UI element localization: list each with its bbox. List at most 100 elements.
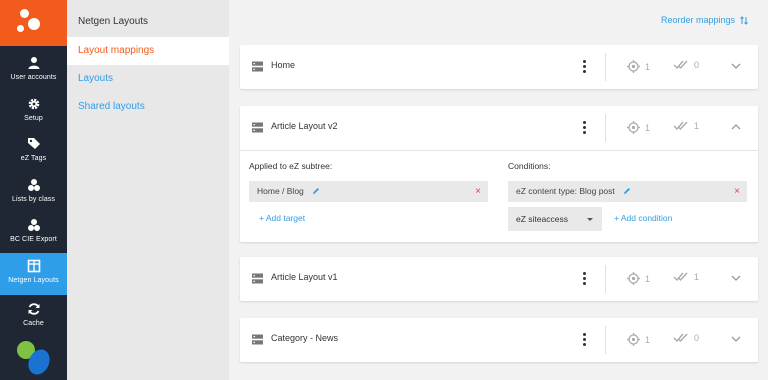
divider — [605, 265, 606, 293]
condition-count: 0 — [673, 60, 699, 70]
main-navigation-rail: User accounts Setup eZ Tags Lists by cla… — [0, 0, 67, 380]
target-count-value: 1 — [645, 334, 651, 345]
target-count: 1 — [627, 60, 650, 73]
conditions-label: Conditions: — [508, 161, 551, 171]
mapping-card-header[interactable]: Category - News 1 0 — [240, 318, 758, 362]
mapping-card-header[interactable]: Home 1 0 — [240, 45, 758, 89]
crosshair-icon — [627, 60, 640, 73]
pencil-icon[interactable] — [312, 187, 320, 195]
mapping-title: Article Layout v1 — [271, 272, 338, 282]
chevron-down-icon[interactable] — [730, 334, 742, 344]
rail-item-cache[interactable]: Cache — [0, 298, 67, 338]
submenu-title: Netgen Layouts — [78, 16, 149, 27]
condition-count-value: 0 — [694, 60, 700, 70]
condition-type-selected: eZ siteaccess — [516, 214, 568, 224]
layouts-submenu: Netgen Layouts Layout mappings Layouts S… — [67, 0, 229, 380]
refresh-icon — [28, 303, 39, 315]
mapping-title: Article Layout v2 — [271, 121, 338, 131]
main-content: Reorder mappings Home 1 0 Article Layout… — [229, 0, 768, 380]
divider — [605, 326, 606, 354]
more-options-icon[interactable] — [579, 271, 589, 287]
pencil-icon[interactable] — [623, 187, 631, 195]
cubes-icon — [27, 219, 40, 231]
chevron-down-icon[interactable] — [730, 61, 742, 71]
server-icon — [252, 61, 263, 72]
mapping-card-details: Applied to eZ subtree: Home / Blog × + A… — [240, 150, 758, 242]
rail-item-netgen-layouts[interactable]: Netgen Layouts — [0, 253, 67, 295]
condition-type-select[interactable]: eZ siteaccess — [508, 207, 602, 231]
submenu-item-layout-mappings[interactable]: Layout mappings — [67, 37, 229, 65]
target-count-value: 1 — [645, 122, 651, 133]
server-icon — [252, 122, 263, 133]
rail-item-label: Lists by class — [11, 196, 56, 203]
rail-item-setup[interactable]: Setup — [0, 93, 67, 133]
condition-value: eZ content type: Blog post — [516, 186, 615, 196]
condition-count-value: 1 — [694, 121, 700, 131]
submenu-item-shared-layouts[interactable]: Shared layouts — [67, 93, 229, 121]
mapping-card: Category - News 1 0 — [240, 318, 758, 362]
gear-icon — [28, 98, 39, 110]
brand-logo[interactable] — [0, 0, 67, 46]
logo-dot — [17, 25, 24, 32]
more-options-icon[interactable] — [579, 332, 589, 348]
rail-item-label: Cache — [23, 320, 44, 327]
crosshair-icon — [627, 272, 640, 285]
target-count: 1 — [627, 121, 650, 134]
condition-count: 1 — [673, 272, 699, 282]
target-count-value: 1 — [645, 273, 651, 284]
mapping-card-header[interactable]: Article Layout v2 1 1 — [240, 106, 758, 150]
rail-item-label: eZ Tags — [20, 155, 47, 162]
divider — [605, 53, 606, 81]
double-check-icon — [673, 121, 688, 131]
tags-icon — [27, 138, 40, 149]
target-count-value: 1 — [645, 61, 651, 72]
mapping-card: Article Layout v1 1 1 — [240, 257, 758, 301]
rail-item-bc-cie-export[interactable]: BC CIE Export — [0, 214, 67, 254]
rail-item-label: BC CIE Export — [10, 236, 57, 243]
remove-target-icon[interactable]: × — [475, 181, 481, 202]
double-check-icon — [673, 60, 688, 70]
crosshair-icon — [627, 333, 640, 346]
add-condition-link[interactable]: + Add condition — [614, 213, 672, 223]
divider — [605, 114, 606, 142]
netgen-logo — [17, 341, 50, 375]
server-icon — [252, 334, 263, 345]
user-icon — [28, 57, 39, 69]
submenu-item-layouts[interactable]: Layouts — [67, 65, 229, 93]
target-count: 1 — [627, 333, 650, 346]
mapping-title: Category - News — [271, 333, 339, 343]
crosshair-icon — [627, 121, 640, 134]
remove-condition-icon[interactable]: × — [734, 181, 740, 202]
condition-item[interactable]: eZ content type: Blog post × — [508, 181, 747, 202]
chevron-down-icon[interactable] — [730, 273, 742, 283]
rail-item-user-accounts[interactable]: User accounts — [0, 52, 67, 92]
rail-item-lists-by-class[interactable]: Lists by class — [0, 174, 67, 214]
server-icon — [252, 273, 263, 284]
layout-icon — [27, 259, 40, 273]
mapping-card-header[interactable]: Article Layout v1 1 1 — [240, 257, 758, 301]
condition-count: 0 — [673, 333, 699, 343]
caret-down-icon — [587, 218, 593, 221]
chevron-up-icon[interactable] — [730, 122, 742, 132]
mapping-card: Home 1 0 — [240, 45, 758, 89]
reorder-mappings-button[interactable]: Reorder mappings — [661, 15, 748, 25]
applied-to-label: Applied to eZ subtree: — [249, 161, 333, 171]
target-count: 1 — [627, 272, 650, 285]
cubes-icon — [27, 179, 40, 191]
sort-arrows-icon — [740, 15, 748, 25]
more-options-icon[interactable] — [579, 59, 589, 75]
reorder-mappings-label: Reorder mappings — [660, 15, 735, 25]
condition-count-value: 0 — [694, 333, 700, 343]
rail-item-ez-tags[interactable]: eZ Tags — [0, 133, 67, 173]
double-check-icon — [673, 272, 688, 282]
logo-dot — [28, 18, 40, 30]
target-value: Home / Blog — [257, 186, 304, 196]
rail-item-label: Netgen Layouts — [8, 277, 59, 284]
rail-item-label: User accounts — [10, 74, 57, 81]
more-options-icon[interactable] — [579, 120, 589, 136]
logo-dot — [20, 9, 29, 18]
target-item[interactable]: Home / Blog × — [249, 181, 488, 202]
add-target-link[interactable]: + Add target — [259, 213, 305, 223]
mapping-title: Home — [271, 60, 296, 70]
mapping-card: Article Layout v2 1 1 Applied to eZ subt… — [240, 106, 758, 242]
